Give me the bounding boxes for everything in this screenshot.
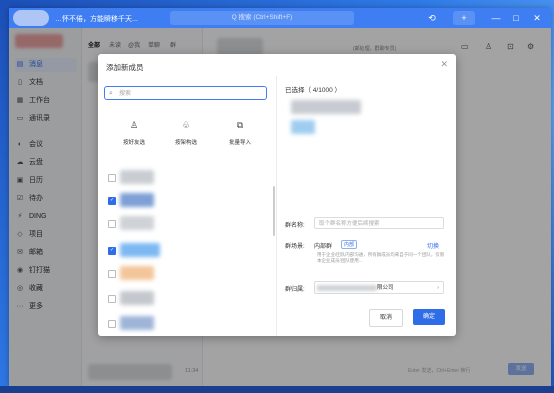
member-checkbox[interactable] bbox=[108, 174, 116, 182]
member-search-input[interactable]: ⌕ 搜索 bbox=[104, 86, 267, 100]
scrollbar[interactable] bbox=[273, 186, 275, 236]
pick-by-friend-button[interactable]: ♙ 按好友选 bbox=[110, 120, 158, 146]
option-label: 按好友选 bbox=[122, 140, 145, 146]
scene-badge: 内部 bbox=[341, 240, 358, 249]
member-row[interactable] bbox=[120, 243, 160, 257]
member-checkbox[interactable] bbox=[108, 320, 116, 328]
person-icon: ♙ bbox=[129, 120, 139, 130]
member-picker: ⌕ 搜索 ♙ 按好友选 ♧ 按架构选 ⧉ 批量导入 bbox=[98, 76, 277, 336]
close-icon[interactable]: ✕ bbox=[440, 59, 448, 70]
switch-scene-link[interactable]: 切换 bbox=[427, 241, 439, 250]
org-icon: ♧ bbox=[181, 120, 191, 130]
org-name: 限公司 bbox=[377, 285, 394, 291]
import-icon: ⧉ bbox=[236, 120, 244, 130]
member-row[interactable] bbox=[120, 193, 154, 207]
taskbar bbox=[0, 386, 554, 393]
cancel-button[interactable]: 取消 bbox=[369, 309, 403, 327]
member-row[interactable] bbox=[120, 316, 154, 330]
minimize-button[interactable]: — bbox=[486, 11, 506, 25]
dialog-title: 添加新成员 bbox=[106, 63, 144, 72]
org-name-blurred bbox=[317, 285, 377, 291]
title-bar: …怀不倦，方能瞬移千天... Q 搜索 (Ctrl+Shift+F) ⟲ + —… bbox=[9, 8, 551, 28]
maximize-button[interactable]: □ bbox=[506, 11, 526, 25]
confirm-button[interactable]: 确定 bbox=[413, 309, 445, 325]
avatar[interactable] bbox=[13, 10, 49, 26]
selected-member bbox=[291, 100, 361, 114]
member-row[interactable] bbox=[120, 170, 154, 184]
close-button[interactable]: ✕ bbox=[527, 11, 547, 25]
member-checkbox[interactable] bbox=[108, 270, 116, 278]
member-checkbox[interactable] bbox=[108, 247, 116, 255]
group-org-label: 群归属: bbox=[285, 287, 305, 293]
group-scene-value: 内部群 bbox=[314, 244, 333, 250]
member-row[interactable] bbox=[120, 266, 154, 280]
global-search-input[interactable]: Q 搜索 (Ctrl+Shift+F) bbox=[170, 11, 354, 25]
chevron-right-icon: › bbox=[437, 285, 439, 291]
member-checkbox[interactable] bbox=[108, 197, 116, 205]
batch-import-button[interactable]: ⧉ 批量导入 bbox=[216, 120, 264, 146]
selected-count: 已选择（ 4/1000 ） bbox=[285, 87, 341, 94]
group-org-select[interactable]: 限公司 › bbox=[314, 281, 444, 294]
option-label: 按架构选 bbox=[174, 140, 197, 146]
member-checkbox[interactable] bbox=[108, 295, 116, 303]
selected-member bbox=[291, 120, 315, 134]
group-scene-label: 群场景: bbox=[285, 244, 305, 250]
search-icon: ⌕ bbox=[109, 90, 113, 97]
member-checkbox[interactable] bbox=[108, 220, 116, 228]
selection-panel: 已选择（ 4/1000 ） 群名称: 取个群名称方便后续搜索 群场景: 内部群 … bbox=[277, 76, 456, 336]
group-name-label: 群名称: bbox=[285, 223, 305, 229]
add-member-dialog: 添加新成员 ✕ ⌕ 搜索 ♙ 按好友选 ♧ 按架构选 ⧉ 批量导入 已选择（ 4… bbox=[98, 54, 456, 336]
plus-button[interactable]: + bbox=[453, 11, 475, 25]
member-row[interactable] bbox=[120, 216, 154, 230]
option-label: 批量导入 bbox=[228, 140, 251, 146]
history-icon[interactable]: ⟲ bbox=[422, 11, 442, 25]
group-name-input[interactable]: 取个群名称方便后续搜索 bbox=[314, 217, 444, 229]
search-placeholder: 搜索 bbox=[119, 91, 132, 97]
scene-description: 用于企业/团队内部沟通，所有群成员均来自于同一个团队，仅限本企业成员/团队使用.… bbox=[317, 252, 445, 263]
status-text: …怀不倦，方能瞬移千天... bbox=[55, 16, 138, 23]
member-row[interactable] bbox=[120, 291, 154, 305]
pick-by-org-button[interactable]: ♧ 按架构选 bbox=[162, 120, 210, 146]
